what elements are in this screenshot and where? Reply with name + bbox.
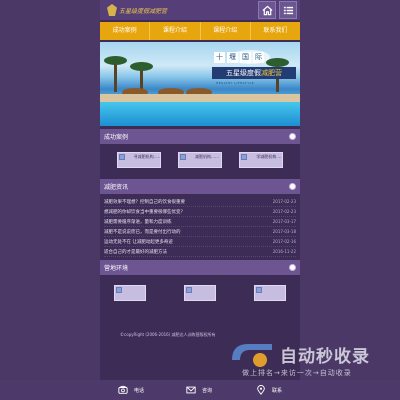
- banner-subtitle: HEALTHY LIFESTYLE: [216, 81, 255, 85]
- menu-button[interactable]: [279, 1, 297, 19]
- nav-item-environment[interactable]: 课程介绍: [150, 22, 201, 40]
- broken-image-icon: [186, 287, 192, 293]
- banner-char: 十: [214, 52, 225, 63]
- section-header-tips[interactable]: 减肥资讯: [100, 179, 300, 194]
- hero-banner[interactable]: 十 堰 国 际 五星级度假减肥营 HEALTHY LIFESTYLE: [100, 42, 300, 126]
- pool-deck: [100, 94, 300, 102]
- more-icon[interactable]: [289, 183, 296, 190]
- section-title: 减肥资讯: [104, 184, 129, 191]
- pool: [100, 102, 300, 126]
- list-item[interactable]: 适合自己的才是最好的减肥方法 2016-11-22: [104, 247, 296, 257]
- list-item[interactable]: 想减肥的你却饮食当中重要很哪些优变？ 2017-02-23: [104, 207, 296, 217]
- environment-photo[interactable]: [254, 285, 286, 301]
- nav-item-cases[interactable]: 成功案例: [100, 22, 151, 40]
- broken-image-icon: [256, 287, 262, 293]
- list-item-date: 2017-02-23: [272, 209, 296, 214]
- case-card[interactable]: 寻减肥机构……: [116, 152, 161, 168]
- case-caption: 寻减肥机构……: [133, 154, 160, 159]
- tips-list: 减肥效果不理想？控制自己的饮食很重要 2017-02-23 想减肥的你却饮食当中重…: [100, 194, 300, 257]
- bottom-bar: 电话 咨询 联系: [0, 380, 400, 400]
- call-button[interactable]: 电话: [118, 380, 144, 400]
- home-icon: [262, 5, 272, 15]
- home-button[interactable]: [258, 1, 276, 19]
- consult-label: 咨询: [202, 387, 213, 394]
- banner-char: 堰: [227, 52, 238, 63]
- list-item-date: 2017-03-17: [272, 219, 296, 224]
- list-item-title[interactable]: 运动无处不在 让减肥动起更多奇迹: [104, 239, 173, 245]
- list-item-title[interactable]: 适合自己的才是最好的减肥方法: [104, 249, 167, 255]
- nav-item-contact[interactable]: 联系我们: [251, 22, 300, 40]
- banner-char: 国: [240, 52, 251, 63]
- list-item-title[interactable]: 想减肥的你却饮食当中重要很哪些优变？: [104, 209, 185, 215]
- location-label: 联系: [272, 387, 283, 394]
- banner-title: 五星级度假减肥营: [212, 67, 296, 79]
- site-logo[interactable]: 五星级度假减肥营: [107, 3, 167, 17]
- case-card[interactable]: 学减肥机构……: [239, 152, 284, 168]
- menu-icon: [283, 6, 293, 14]
- banner-tagline: 十 堰 国 际: [214, 52, 264, 63]
- phone-icon: [118, 385, 128, 394]
- call-label: 电话: [134, 387, 145, 394]
- list-item[interactable]: 减肥不是说说而已，而是要付出行动的 2017-03-18: [104, 227, 296, 237]
- location-icon: [257, 385, 265, 395]
- section-header-cases[interactable]: 成功案例: [100, 129, 300, 144]
- section-title: 营地环境: [104, 265, 129, 272]
- watermark-brand: 自动秒收录: [280, 347, 370, 367]
- broken-image-icon: [118, 154, 125, 160]
- banner-title-accent: 减肥营: [261, 69, 282, 77]
- broken-image-icon: [116, 287, 122, 293]
- more-icon[interactable]: [289, 264, 296, 271]
- section-title: 成功案例: [104, 134, 129, 141]
- location-button[interactable]: 联系: [256, 380, 282, 400]
- page-background-left: [0, 0, 100, 400]
- list-item-title[interactable]: 减肥效果不理想？控制自己的饮食很重要: [104, 199, 185, 205]
- logo-icon: [107, 4, 117, 16]
- site-header: 五星级度假减肥营: [100, 0, 300, 20]
- environment-photo[interactable]: [184, 285, 216, 301]
- banner-title-main: 五星级度假: [226, 69, 261, 77]
- list-item-date: 2017-02-23: [272, 199, 296, 204]
- banner-char: 际: [253, 52, 264, 63]
- case-card[interactable]: 减肥机构……: [177, 152, 222, 168]
- environment-gallery: [100, 275, 300, 311]
- list-item[interactable]: 减肥效果不理想？控制自己的饮食很重要 2017-02-23: [104, 197, 296, 207]
- list-item-date: 2016-11-22: [272, 249, 296, 254]
- list-item-title[interactable]: 减肥不是说说而已，而是要付出行动的: [104, 229, 181, 235]
- main-nav: 成功案例 课程介绍 课程介绍 联系我们: [100, 22, 300, 40]
- palm-tree: [104, 56, 127, 92]
- page: 五星级度假减肥营 成功案例 课程介绍 课程介绍 联系我们 十 堰 国 际 五星级…: [0, 0, 400, 400]
- list-item[interactable]: 运动无处不在 让减肥动起更多奇迹 2017-02-16: [104, 237, 296, 247]
- broken-image-icon: [241, 154, 248, 160]
- watermark-logo-icon: [232, 344, 272, 367]
- section-header-environment[interactable]: 营地环境: [100, 260, 300, 275]
- list-item-date: 2017-02-16: [272, 239, 296, 244]
- mail-icon: [186, 386, 196, 394]
- nav-item-courses[interactable]: 课程介绍: [201, 22, 251, 40]
- consult-button[interactable]: 咨询: [186, 380, 212, 400]
- list-item-date: 2017-03-18: [272, 229, 296, 234]
- cases-list: 寻减肥机构…… 减肥机构…… 学减肥机构……: [100, 144, 300, 176]
- list-item-title[interactable]: 减肥需要循序渐进，量和力度训练: [104, 219, 172, 225]
- case-caption: 减肥机构……: [194, 154, 219, 159]
- broken-image-icon: [179, 154, 186, 160]
- case-caption: 学减肥机构……: [256, 154, 283, 159]
- watermark-slogan: 做上排名→来访一次→自动收录: [242, 369, 352, 377]
- watermark: 自动秒收录 做上排名→来访一次→自动收录: [228, 340, 388, 380]
- logo-text: 五星级度假减肥营: [119, 7, 168, 15]
- environment-photo[interactable]: [114, 285, 146, 301]
- list-item[interactable]: 减肥需要循序渐进，量和力度训练 2017-03-17: [104, 217, 296, 227]
- more-icon[interactable]: [289, 133, 296, 140]
